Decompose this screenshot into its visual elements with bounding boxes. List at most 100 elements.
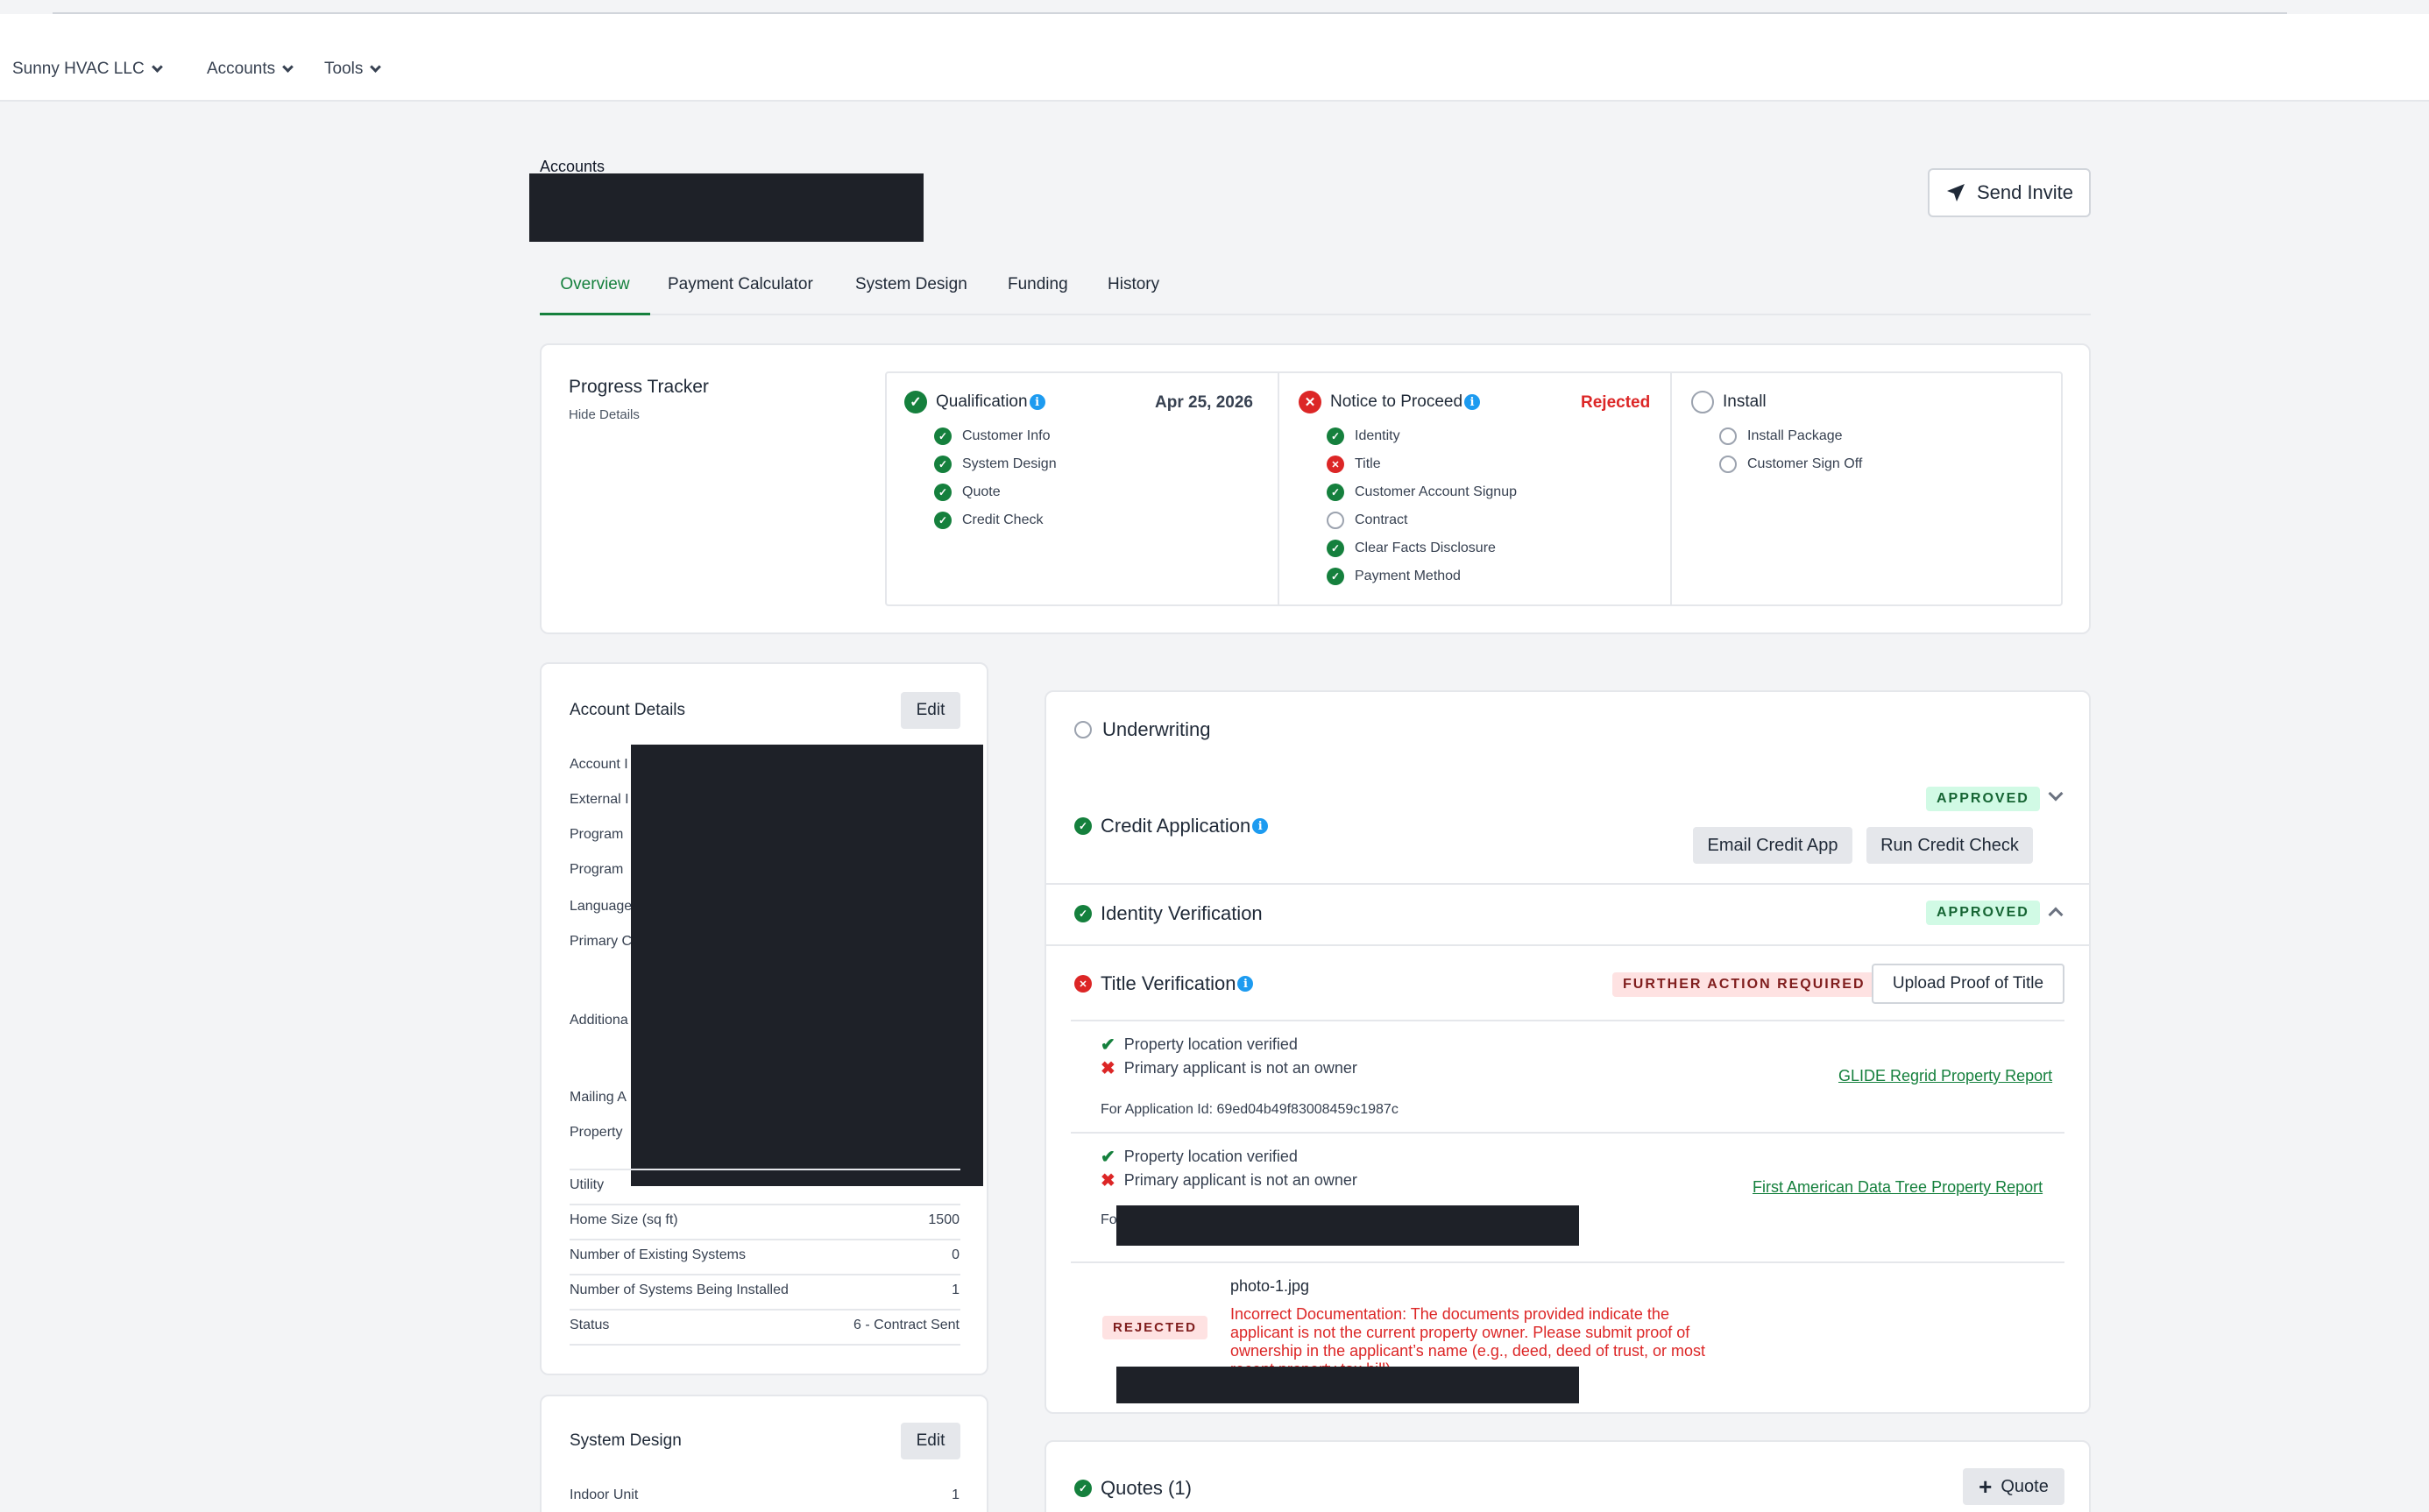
tools-menu-label: Tools [324,60,364,78]
substep: Contract [1327,512,1407,529]
first-american-report-link[interactable]: First American Data Tree Property Report [1753,1178,2043,1197]
detail-label: Primary C [570,934,633,949]
rejection-reason: Incorrect Documentation: The documents p… [1230,1305,1791,1374]
x-circle-icon: ✕ [1327,456,1344,473]
chevron-down-icon [151,60,163,73]
detail-label-utility: Utility [570,1177,605,1192]
divider [1071,1132,2064,1134]
detail-label: Program [570,827,624,842]
empty-circle-icon [1327,512,1344,529]
upload-proof-of-title-button[interactable]: Upload Proof of Title [1872,964,2064,1004]
substep: ✓ Identity [1327,427,1400,445]
detail-label: Property [570,1125,623,1140]
substep-label: Install Package [1747,428,1843,443]
underwriting-header: Underwriting [1074,718,1211,741]
detail-value-indoor-unit: 1 [952,1487,960,1502]
x-mark-icon: ✖ [1101,1171,1115,1191]
substep-label: Clear Facts Disclosure [1355,541,1496,555]
title-verification-label: Title Verification [1101,972,1236,994]
tab-payment-calculator[interactable]: Payment Calculator [668,275,813,315]
info-icon[interactable]: i [1464,394,1481,410]
check-circle-icon: ✓ [1327,484,1344,501]
detail-label-systems-installed: Number of Systems Being Installed [570,1282,789,1297]
application-id: Fo [1101,1212,1117,1227]
stage-divider [1670,373,1672,604]
top-navbar: Sunny HVAC LLC Accounts Tools [0,14,2429,102]
detail-label: Language [570,899,633,914]
quotes-card [1045,1440,2091,1512]
info-icon[interactable]: i [1029,394,1045,410]
check-circle-icon: ✓ [934,512,952,529]
email-credit-app-button[interactable]: Email Credit App [1693,827,1852,864]
substep-label: Quote [962,484,1001,499]
detail-label: Program [570,862,624,877]
glide-regrid-report-link[interactable]: GLIDE Regrid Property Report [1838,1067,2052,1085]
substep-label: Credit Check [962,512,1044,527]
divider [570,1239,960,1240]
info-icon[interactable]: i [1252,818,1269,834]
credit-application-label: Credit Application [1101,815,1251,837]
detail-label-existing-systems: Number of Existing Systems [570,1247,746,1262]
tab-history[interactable]: History [1108,275,1159,315]
check-circle-icon: ✓ [1074,817,1092,835]
substep-label: Title [1355,456,1381,471]
stage-qualification: ✓ Qualification i [904,391,1045,413]
redacted-account-info [631,745,983,1186]
divider [1071,1261,2064,1263]
quotes-title: Quotes (1) [1101,1477,1192,1499]
check-item-label: Property location verified [1123,1035,1298,1053]
status-badge: APPROVED [1926,901,2040,925]
tab-system-design[interactable]: System Design [855,275,967,315]
chevron-down-icon [370,60,382,73]
x-circle-icon: ✕ [1299,391,1321,413]
underwriting-title: Underwriting [1102,718,1211,740]
system-design-edit-button[interactable]: Edit [901,1423,960,1459]
system-design-title: System Design [570,1431,682,1450]
check-item-label: Property location verified [1123,1148,1298,1165]
detail-value-status: 6 - Contract Sent [853,1318,960,1332]
application-id: For Application Id: 69ed04b49f83008459c1… [1101,1102,1399,1117]
info-icon[interactable]: i [1237,976,1254,992]
credit-application-row: ✓ Credit Application i [1074,815,1269,837]
detail-value-home-size: 1500 [928,1212,960,1227]
tools-menu[interactable]: Tools [324,60,382,79]
detail-label-home-size: Home Size (sq ft) [570,1212,678,1227]
hide-details-link[interactable]: Hide Details [569,407,640,422]
substep: ✓ Clear Facts Disclosure [1327,540,1496,557]
divider [570,1274,960,1275]
paper-plane-icon [1946,184,1965,201]
check-circle-icon: ✓ [904,391,927,413]
add-quote-button[interactable]: + Quote [1963,1468,2064,1505]
send-invite-button[interactable]: Send Invite [1928,168,2091,217]
status-badge: APPROVED [1926,787,2040,811]
check-item: ✔ Property location verified [1101,1034,1298,1056]
rejected-badge: REJECTED [1102,1316,1208,1339]
document-filename[interactable]: photo-1.jpg [1230,1277,1309,1296]
stage-ntp-status: Rejected [1581,393,1651,412]
add-quote-label: Quote [2001,1476,2049,1496]
detail-label: External I [570,792,629,807]
substep: ✓ Customer Account Signup [1327,484,1517,501]
stage-ntp-label: Notice to Proceed [1330,392,1463,411]
substep-label: Customer Info [962,428,1051,443]
x-circle-icon: ✕ [1074,975,1092,993]
detail-value-systems-installed: 1 [952,1282,960,1297]
substep: ✕ Title [1327,456,1381,473]
detail-label: Mailing A [570,1090,627,1105]
x-mark-icon: ✖ [1101,1059,1115,1078]
tab-overview[interactable]: Overview [540,275,650,315]
substep: ✓ Quote [934,484,1001,501]
detail-label: Additiona [570,1013,628,1028]
tab-funding[interactable]: Funding [1008,275,1068,315]
run-credit-check-button[interactable]: Run Credit Check [1866,827,2033,864]
substep-label: Payment Method [1355,569,1461,583]
check-item: ✖ Primary applicant is not an owner [1101,1169,1357,1191]
detail-label-indoor-unit: Indoor Unit [570,1487,639,1502]
company-menu[interactable]: Sunny HVAC LLC [12,60,163,79]
substep-label: System Design [962,456,1057,471]
substep: ✓ Payment Method [1327,568,1461,585]
stage-install-label: Install [1723,392,1767,411]
account-details-edit-button[interactable]: Edit [901,692,960,729]
check-item-label: Primary applicant is not an owner [1123,1171,1357,1189]
accounts-menu[interactable]: Accounts [207,60,294,79]
